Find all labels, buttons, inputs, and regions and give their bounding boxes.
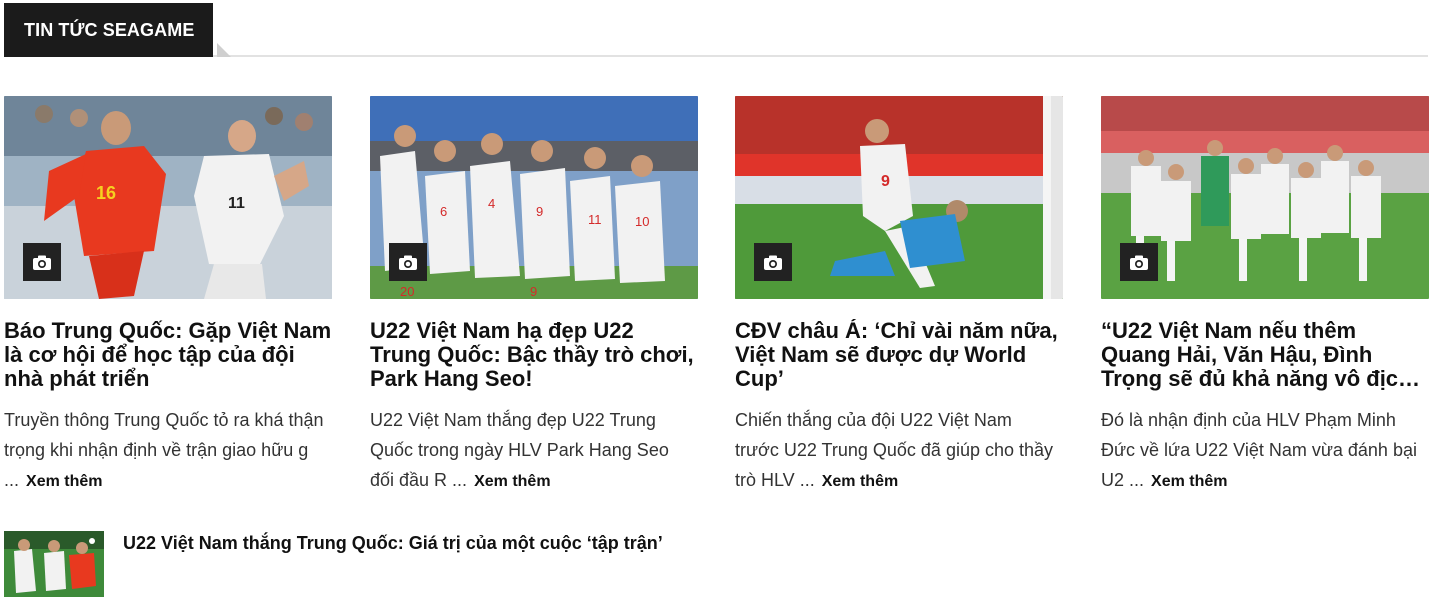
article-title[interactable]: U22 Việt Nam hạ đẹp U22 Trung Quốc: Bậc … bbox=[370, 319, 700, 391]
read-more-link[interactable]: Xem thêm bbox=[474, 473, 550, 490]
article-title[interactable]: “U22 Việt Nam nếu thêm Quang Hải, Văn Hậ… bbox=[1101, 319, 1431, 391]
svg-text:9: 9 bbox=[536, 204, 543, 219]
svg-text:6: 6 bbox=[440, 204, 447, 219]
svg-text:4: 4 bbox=[488, 196, 495, 211]
camera-badge bbox=[389, 243, 427, 281]
svg-text:11: 11 bbox=[588, 212, 602, 227]
article-thumbnail[interactable]: 6 4 9 11 10 20 9 bbox=[370, 96, 698, 299]
article-card: 9 CĐV châu Á: ‘Chỉ vài năm nữa, Việt Nam… bbox=[735, 96, 1065, 497]
read-more-link[interactable]: Xem thêm bbox=[26, 473, 102, 490]
article-card: “U22 Việt Nam nếu thêm Quang Hải, Văn Hậ… bbox=[1101, 96, 1431, 497]
list-item: U22 Việt Nam thắng Trung Quốc: Giá trị c… bbox=[4, 531, 804, 597]
article-card: 6 4 9 11 10 20 9 U22 Việt Nam hạ đẹp U22 Trung… bbox=[370, 96, 700, 497]
article-title[interactable]: Báo Trung Quốc: Gặp Việt Nam là cơ hội đ… bbox=[4, 319, 334, 391]
camera-badge bbox=[754, 243, 792, 281]
camera-badge bbox=[23, 243, 61, 281]
article-excerpt: Đó là nhận định của HLV Phạm Minh Đức về… bbox=[1101, 405, 1423, 497]
article-excerpt: Chiến thắng của đội U22 Việt Nam trước U… bbox=[735, 405, 1057, 497]
list-item-thumbnail[interactable] bbox=[4, 531, 104, 597]
list-item-photo bbox=[4, 531, 104, 597]
read-more-link[interactable]: Xem thêm bbox=[822, 473, 898, 490]
article-thumbnail[interactable] bbox=[1101, 96, 1429, 299]
camera-icon bbox=[399, 255, 417, 270]
article-thumbnail[interactable]: 9 bbox=[735, 96, 1063, 299]
svg-text:11: 11 bbox=[228, 195, 245, 212]
camera-icon bbox=[33, 255, 51, 270]
svg-text:9: 9 bbox=[881, 173, 890, 190]
svg-text:10: 10 bbox=[635, 214, 649, 229]
article-card: 16 11 Báo Trung Quốc: Gặp Việt Nam là cơ… bbox=[4, 96, 334, 497]
svg-text:20: 20 bbox=[400, 284, 414, 299]
article-excerpt: U22 Việt Nam thắng đẹp U22 Trung Quốc tr… bbox=[370, 405, 692, 497]
article-title[interactable]: CĐV châu Á: ‘Chỉ vài năm nữa, Việt Nam s… bbox=[735, 319, 1065, 391]
camera-icon bbox=[764, 255, 782, 270]
camera-badge bbox=[1120, 243, 1158, 281]
svg-text:9: 9 bbox=[530, 284, 537, 299]
camera-icon bbox=[1130, 255, 1148, 270]
article-excerpt-text: Đó là nhận định của HLV Phạm Minh Đức về… bbox=[1101, 410, 1417, 490]
section-title[interactable]: TIN TỨC SEAGAME bbox=[4, 3, 214, 57]
section-title-fold bbox=[217, 43, 231, 57]
svg-text:16: 16 bbox=[96, 183, 116, 203]
article-thumbnail[interactable]: 16 11 bbox=[4, 96, 332, 299]
list-item-title[interactable]: U22 Việt Nam thắng Trung Quốc: Giá trị c… bbox=[123, 532, 663, 554]
read-more-link[interactable]: Xem thêm bbox=[1151, 473, 1227, 490]
section-header: TIN TỨC SEAGAME bbox=[4, 0, 1428, 58]
article-excerpt: Truyền thông Trung Quốc tỏ ra khá thận t… bbox=[4, 405, 326, 497]
article-grid: 16 11 Báo Trung Quốc: Gặp Việt Nam là cơ… bbox=[4, 96, 1430, 496]
